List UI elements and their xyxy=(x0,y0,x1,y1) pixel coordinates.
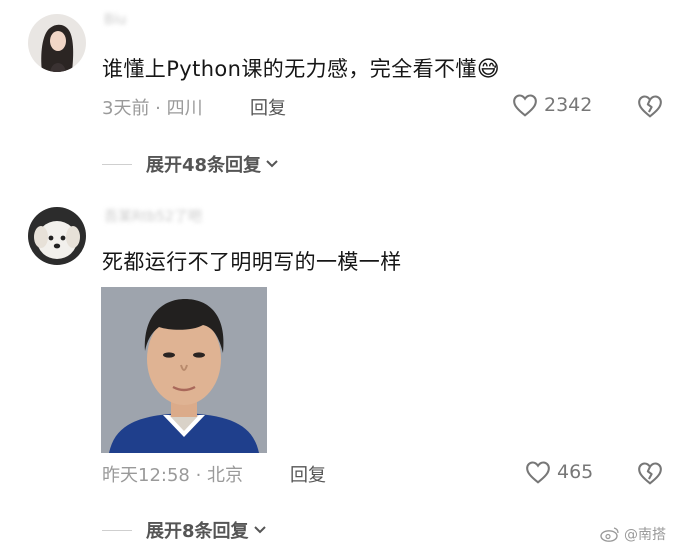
chevron-down-icon xyxy=(253,526,266,534)
comment-meta: 昨天12:58 · 北京 xyxy=(102,465,244,486)
portrait-image xyxy=(101,287,267,453)
like-button[interactable]: 2342 xyxy=(512,93,592,117)
comment-meta: 3天前 · 四川 xyxy=(102,98,203,119)
avatar-user-2[interactable] xyxy=(28,207,86,265)
weibo-icon xyxy=(600,527,619,542)
comment-text: 谁懂上Python课的无力感，完全看不懂😅 xyxy=(102,53,500,83)
dog-avatar-image xyxy=(28,207,86,265)
like-button[interactable]: 465 xyxy=(525,460,593,484)
heart-icon xyxy=(513,94,537,117)
broken-heart-icon xyxy=(638,95,662,118)
like-count: 465 xyxy=(557,461,594,483)
broken-heart-icon xyxy=(638,462,662,485)
divider-line xyxy=(102,529,132,531)
expand-replies-label: 展开48条回复 xyxy=(146,155,262,176)
expand-replies-button[interactable]: 展开8条回复 xyxy=(102,517,268,543)
reply-button[interactable]: 回复 xyxy=(250,94,286,120)
watermark-text: @南搭 xyxy=(624,527,666,543)
expand-replies-label: 展开8条回复 xyxy=(146,521,249,542)
heart-icon xyxy=(526,461,550,484)
dislike-button[interactable] xyxy=(637,461,663,489)
comment-body: 死都运行不了明明写的一模一样 xyxy=(102,250,402,274)
dislike-button[interactable] xyxy=(637,94,663,122)
weibo-watermark: @南搭 xyxy=(600,524,666,544)
username[interactable]: Biu xyxy=(104,12,126,28)
like-count: 2342 xyxy=(544,94,593,116)
attached-photo[interactable] xyxy=(101,287,267,453)
chevron-down-icon xyxy=(266,160,278,168)
reply-button[interactable]: 回复 xyxy=(290,461,326,487)
expand-replies-button[interactable]: 展开48条回复 xyxy=(102,151,280,177)
comment-body: 谁懂上Python课的无力感，完全看不懂 xyxy=(102,57,477,81)
avatar-image xyxy=(28,14,86,72)
sweat-smile-emoji: 😅 xyxy=(476,57,501,82)
username[interactable]: 吾某Rtb52了吧 xyxy=(104,206,202,226)
avatar-user-1[interactable] xyxy=(28,14,86,72)
divider-line xyxy=(102,163,132,165)
